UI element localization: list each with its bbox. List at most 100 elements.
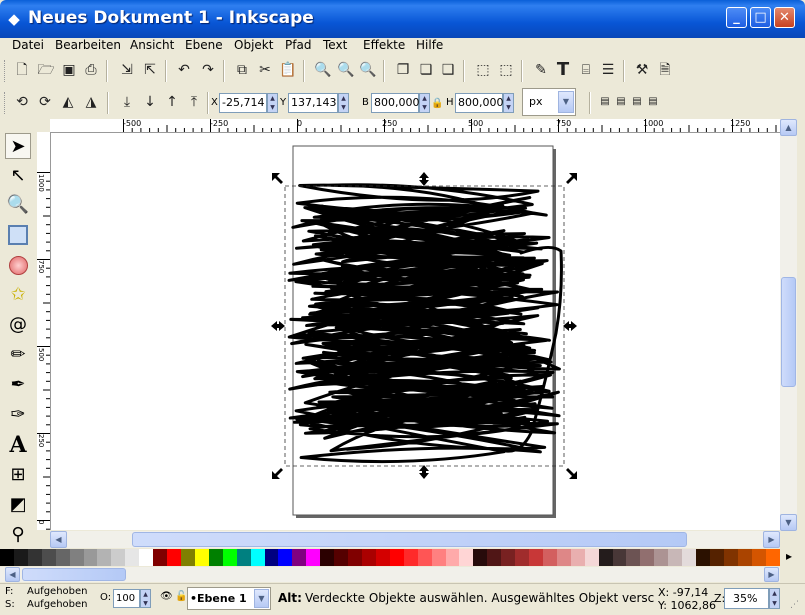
color-swatch[interactable] [459, 549, 474, 566]
palette-scrollbar[interactable]: ◀ ▶ [0, 567, 780, 582]
color-swatch[interactable] [570, 549, 585, 566]
export-icon[interactable]: ⇱ [140, 60, 160, 80]
layer-visibility-icon[interactable]: 👁 [160, 591, 173, 602]
unit-select[interactable]: px ▼ [522, 88, 576, 116]
color-swatch[interactable] [139, 549, 154, 566]
align-distribute-icon[interactable]: ☰ [598, 60, 618, 80]
print-icon[interactable]: ⎙ [81, 60, 101, 80]
zoom-tool-icon[interactable]: 🔍 [5, 192, 31, 218]
color-swatch[interactable] [194, 549, 209, 566]
color-swatch[interactable] [111, 549, 126, 566]
color-swatch[interactable] [765, 549, 780, 566]
color-swatch[interactable] [403, 549, 418, 566]
color-swatch[interactable] [389, 549, 404, 566]
save-icon[interactable]: ▣ [59, 60, 79, 80]
vertical-scrollbar[interactable]: ▲ ▼ [780, 119, 797, 531]
zoom-spin-arrows[interactable]: ▲ ▼ [769, 588, 780, 609]
color-swatch[interactable] [153, 549, 168, 566]
color-swatch[interactable] [529, 549, 543, 566]
color-swatch[interactable] [0, 549, 14, 566]
raise-icon[interactable]: ↑ [162, 92, 182, 112]
palette-scroll-thumb[interactable] [22, 568, 126, 581]
menu-text[interactable]: Text [323, 38, 347, 52]
title-bar[interactable]: ◆ Neues Dokument 1 - Inkscape _ □ ✕ [0, 0, 805, 38]
ellipse-tool-icon[interactable] [5, 252, 31, 278]
scale-handle-w[interactable] [271, 321, 285, 331]
fill-stroke-icon[interactable]: ✎ [531, 60, 551, 80]
color-swatch[interactable] [334, 549, 349, 566]
text-font-icon[interactable]: T [553, 60, 573, 80]
clone-icon[interactable]: ❏ [416, 60, 436, 80]
import-icon[interactable]: ⇲ [117, 60, 137, 80]
color-swatch[interactable] [250, 549, 265, 566]
text-tool-icon[interactable]: A [5, 432, 31, 458]
scale-handle-se[interactable] [566, 468, 577, 479]
color-swatch[interactable] [236, 549, 251, 566]
menu-effekte[interactable]: Effekte [363, 38, 405, 52]
y-input[interactable]: 137,143 [288, 93, 338, 113]
palette-scroll-left[interactable]: ◀ [5, 567, 20, 582]
color-swatch[interactable] [125, 549, 140, 566]
color-swatch[interactable] [361, 549, 376, 566]
open-icon[interactable]: 🗁 [36, 60, 56, 80]
palette-scroll-right[interactable]: ▶ [764, 567, 779, 582]
color-swatch[interactable] [542, 549, 557, 566]
node-tool-icon[interactable]: ↖ [5, 163, 31, 189]
pencil-tool-icon[interactable]: ✏ [5, 342, 31, 368]
color-swatch[interactable] [375, 549, 390, 566]
menu-objekt[interactable]: Objekt [234, 38, 273, 52]
palette-menu-icon[interactable]: ▸ [786, 549, 792, 563]
copy-icon[interactable]: ⧉ [232, 60, 252, 80]
color-swatch[interactable] [431, 549, 446, 566]
color-swatch[interactable] [668, 549, 683, 566]
gradient-tool-icon[interactable]: ◩ [5, 492, 31, 518]
zoom-selection-icon[interactable]: 🔍 [313, 60, 333, 80]
cut-icon[interactable]: ✂ [255, 60, 275, 80]
color-swatch[interactable] [654, 549, 669, 566]
flip-horizontal-icon[interactable]: ◭ [58, 92, 78, 112]
color-swatch[interactable] [348, 549, 362, 566]
color-swatch[interactable] [682, 549, 697, 566]
scale-stroke-icon[interactable]: ▤ [597, 92, 613, 112]
menu-ansicht[interactable]: Ansicht [130, 38, 174, 52]
color-swatch[interactable] [41, 549, 56, 566]
document-properties-icon[interactable]: 🗎 [655, 60, 675, 80]
transform-gradients-icon[interactable]: ▤ [629, 92, 645, 112]
horizontal-scroll-thumb[interactable] [132, 532, 687, 547]
height-spin-arrows[interactable]: ▲ ▼ [503, 93, 514, 113]
ungroup-icon[interactable]: ⬚ [496, 60, 516, 80]
color-swatch[interactable] [723, 549, 738, 566]
scale-handle-e[interactable] [563, 321, 577, 331]
scroll-down-button[interactable]: ▼ [780, 514, 797, 531]
rectangle-tool-icon[interactable] [5, 222, 31, 248]
color-swatch[interactable] [501, 549, 516, 566]
star-tool-icon[interactable]: ✩ [5, 282, 31, 308]
color-swatch[interactable] [626, 549, 641, 566]
x-input[interactable]: -25,714 [219, 93, 267, 113]
zoom-drawing-icon[interactable]: 🔍 [336, 60, 356, 80]
flip-vertical-icon[interactable]: ◮ [81, 92, 101, 112]
color-swatch[interactable] [710, 549, 724, 566]
connector-tool-icon[interactable]: ⊞ [5, 462, 31, 488]
width-spin-arrows[interactable]: ▲ ▼ [419, 93, 430, 113]
selector-tool-icon[interactable]: ➤ [5, 133, 31, 159]
drawing-canvas[interactable] [51, 133, 780, 530]
color-swatch[interactable] [612, 549, 627, 566]
group-icon[interactable]: ⬚ [473, 60, 493, 80]
color-swatch[interactable] [473, 549, 488, 566]
color-swatch[interactable] [306, 549, 321, 566]
color-swatch[interactable] [737, 549, 752, 566]
color-swatch[interactable] [167, 549, 181, 566]
color-swatch[interactable] [222, 549, 237, 566]
scroll-left-button[interactable]: ◀ [50, 531, 67, 548]
menu-datei[interactable]: Datei [12, 38, 44, 52]
color-swatch[interactable] [278, 549, 293, 566]
pen-tool-icon[interactable]: ✒ [5, 372, 31, 398]
chevron-down-icon[interactable]: ▼ [558, 91, 574, 113]
color-swatch[interactable] [598, 549, 613, 566]
layer-select[interactable]: •Ebene 1 ▼ [187, 587, 271, 610]
vertical-scroll-thumb[interactable] [781, 277, 796, 387]
spiral-tool-icon[interactable]: @ [5, 312, 31, 338]
color-swatch[interactable] [180, 549, 195, 566]
menu-pfad[interactable]: Pfad [285, 38, 311, 52]
